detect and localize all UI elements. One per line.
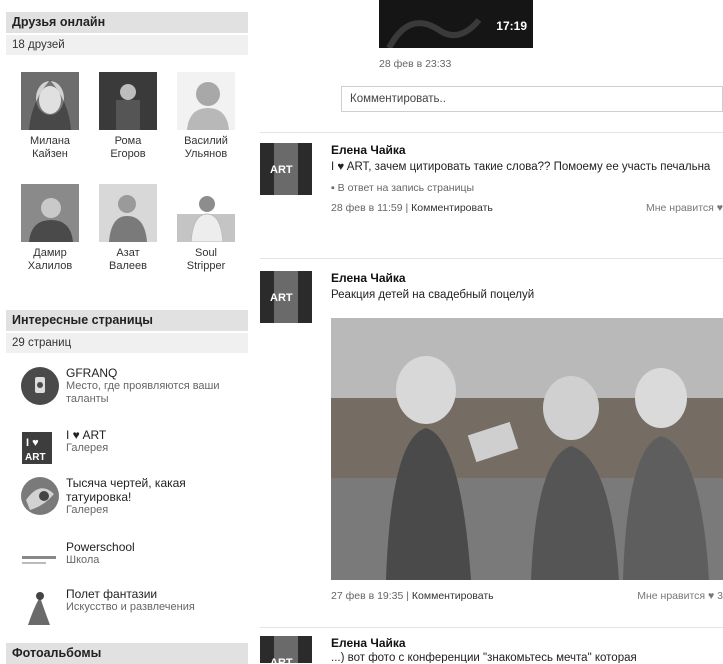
- post-author[interactable]: Елена Чайка: [331, 636, 723, 650]
- wall-post: ART Елена Чайка I ♥ ART, зачем цитироват…: [260, 143, 723, 243]
- friends-online-count[interactable]: 18 друзей: [6, 35, 248, 55]
- post-date[interactable]: 27 фев в 19:35: [331, 590, 403, 602]
- friend-name[interactable]: Рома Егоров: [90, 135, 166, 161]
- friend-name[interactable]: Милана Кайзен: [12, 135, 88, 161]
- friend-card[interactable]: Дамир Халилов: [12, 184, 88, 273]
- author-avatar[interactable]: ART: [260, 636, 312, 663]
- friends-online-header[interactable]: Друзья онлайн: [6, 12, 248, 33]
- photo-albums-header[interactable]: Фотоальбомы: [6, 643, 248, 664]
- page-title[interactable]: GFRANQ: [66, 366, 236, 380]
- page-subtitle: Искусство и развлечения: [66, 601, 195, 613]
- author-avatar[interactable]: ART: [260, 143, 312, 195]
- friend-card[interactable]: Soul Stripper: [168, 184, 244, 273]
- post-author[interactable]: Елена Чайка: [331, 271, 723, 285]
- post-text: I ♥ ART, зачем цитировать такие слова?? …: [331, 161, 711, 173]
- friend-name[interactable]: Дамир Халилов: [12, 247, 88, 273]
- like-button[interactable]: Мне нравится ♥ 3: [637, 589, 723, 603]
- separator: [260, 627, 723, 628]
- page-subtitle: Галерея: [66, 442, 109, 454]
- friend-name[interactable]: Азат Валеев: [90, 247, 166, 273]
- interesting-pages-count[interactable]: 29 страниц: [6, 333, 248, 353]
- heart-icon: ♥: [708, 590, 715, 602]
- meta-separator: |: [406, 590, 409, 602]
- page-item[interactable]: Полет фантазии Искусство и развлечения: [20, 587, 240, 627]
- post-photo[interactable]: [331, 318, 723, 580]
- page-item[interactable]: Тысяча чертей, какая татуировка! Галерея: [20, 476, 240, 532]
- page-subtitle: Школа: [66, 554, 100, 566]
- comment-link[interactable]: Комментировать: [411, 202, 493, 214]
- comment-input[interactable]: Комментировать..: [341, 86, 723, 112]
- friend-photo[interactable]: [99, 184, 157, 242]
- fantasy-page-logo-icon[interactable]: [20, 587, 60, 627]
- separator: [260, 258, 723, 259]
- comment-placeholder: Комментировать..: [350, 93, 446, 105]
- svg-text:ART: ART: [270, 292, 293, 304]
- page-title[interactable]: Powerschool: [66, 540, 236, 554]
- meta-separator: |: [405, 202, 409, 214]
- comment-bubble-icon: ▪: [331, 182, 335, 194]
- post-meta: 27 фев в 19:35 | Комментировать Мне нрав…: [331, 589, 723, 603]
- wall-post: ART Елена Чайка Реакция детей на свадебн…: [260, 271, 723, 611]
- friend-photo[interactable]: [21, 184, 79, 242]
- svg-text:ART: ART: [25, 452, 46, 463]
- powerschool-logo-icon[interactable]: [20, 540, 60, 580]
- svg-text:ART: ART: [270, 657, 293, 663]
- page-title[interactable]: I ♥ ART: [66, 428, 236, 442]
- friend-photo[interactable]: [21, 72, 79, 130]
- page-title[interactable]: Полет фантазии: [66, 587, 236, 601]
- friend-card[interactable]: Рома Егоров: [90, 72, 166, 161]
- i-love-art-logo-icon[interactable]: I ♥ ART: [20, 428, 60, 468]
- interesting-pages-header[interactable]: Интересные страницы: [6, 310, 248, 331]
- page-item[interactable]: Powerschool Школа: [20, 540, 240, 580]
- like-button[interactable]: Мне нравится ♥: [646, 201, 723, 215]
- video-duration: 17:19: [496, 19, 527, 33]
- reply-info[interactable]: ▪ В ответ на запись страницы: [331, 181, 723, 195]
- friend-card[interactable]: Милана Кайзен: [12, 72, 88, 161]
- wall-post: ART Елена Чайка ...) вот фото с конферен…: [260, 636, 723, 663]
- friend-photo[interactable]: [177, 72, 235, 130]
- page-item[interactable]: GFRANQ Место, где проявляются ваши талант…: [20, 366, 240, 410]
- post-date[interactable]: 28 фев в 23:33: [379, 58, 451, 70]
- post-date[interactable]: 28 фев в 11:59: [331, 202, 403, 214]
- page-item[interactable]: I ♥ ART I ♥ ART Галерея: [20, 428, 240, 472]
- separator: [260, 132, 723, 133]
- page-subtitle: Галерея: [66, 504, 109, 516]
- friend-name[interactable]: Василий Ульянов: [168, 135, 244, 161]
- post-text: ...) вот фото с конференции "знакомьтесь…: [331, 652, 637, 663]
- like-count: 3: [717, 590, 723, 602]
- friend-photo[interactable]: [177, 184, 235, 242]
- post-meta: 28 фев в 11:59 | Комментировать Мне нрав…: [331, 201, 723, 215]
- author-avatar[interactable]: ART: [260, 271, 312, 323]
- heart-icon: ♥: [716, 202, 723, 214]
- gfranq-logo-icon[interactable]: [20, 366, 60, 406]
- video-thumbnail[interactable]: 17:19: [379, 0, 533, 48]
- post-author[interactable]: Елена Чайка: [331, 143, 723, 157]
- svg-text:I ♥: I ♥: [26, 437, 39, 449]
- post-text: Реакция детей на свадебный поцелуй: [331, 289, 535, 301]
- page-title[interactable]: Тысяча чертей, какая татуировка!: [66, 476, 236, 504]
- friend-name[interactable]: Soul Stripper: [168, 247, 244, 273]
- svg-text:ART: ART: [270, 164, 293, 176]
- tattoo-page-logo-icon[interactable]: [20, 476, 60, 516]
- left-column: Друзья онлайн 18 друзей Милана Кайзен Ром…: [0, 0, 248, 664]
- friend-card[interactable]: Азат Валеев: [90, 184, 166, 273]
- friend-card[interactable]: Василий Ульянов: [168, 72, 244, 161]
- friend-photo[interactable]: [99, 72, 157, 130]
- page-subtitle: Место, где проявляются ваши таланты: [66, 380, 220, 405]
- comment-link[interactable]: Комментировать: [412, 590, 494, 602]
